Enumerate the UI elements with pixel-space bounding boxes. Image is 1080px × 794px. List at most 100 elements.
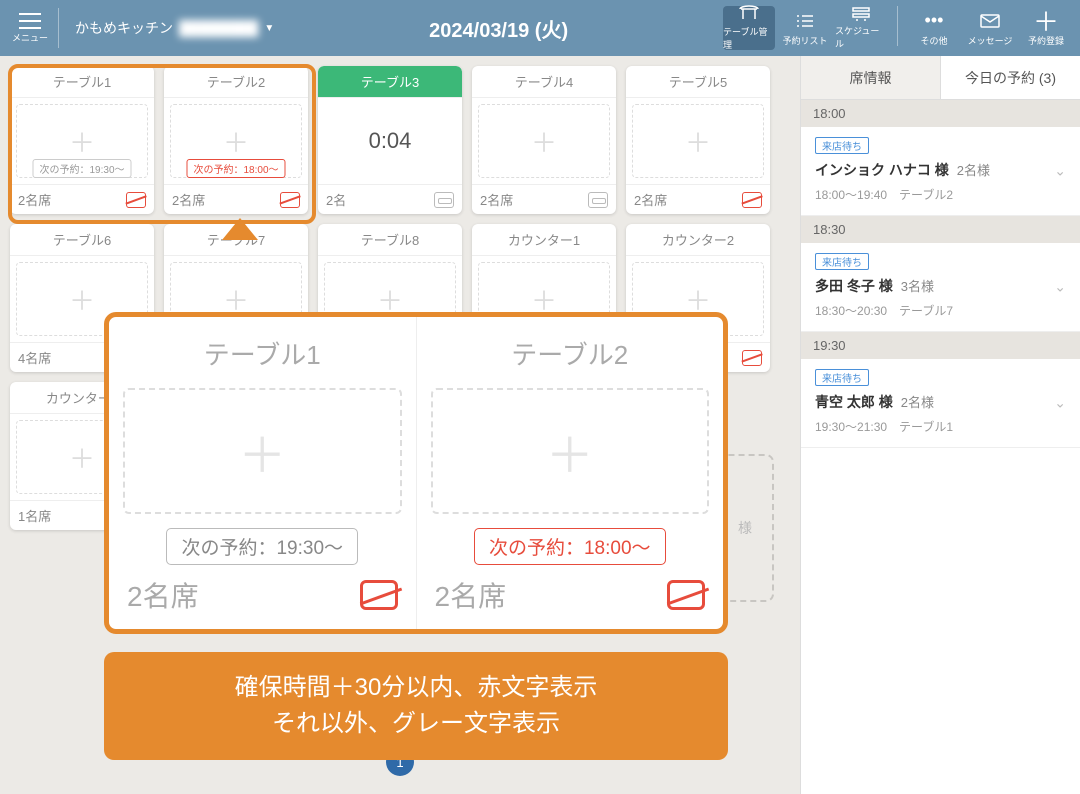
time-group-header: 18:00 [801, 100, 1080, 127]
reservation-detail: 18:30～20:30 テーブル7 [815, 302, 1066, 319]
table-name: カウンター1 [472, 224, 616, 256]
add-area[interactable]: ＋ [123, 388, 402, 514]
table-name: テーブル3 [318, 66, 462, 98]
table-name: カウンター2 [626, 224, 770, 256]
smoking-icon [434, 192, 454, 208]
table-card[interactable]: テーブル4 ＋ 2名席 [472, 66, 616, 214]
table-icon [738, 5, 760, 23]
location-name: かもめキッチン [75, 18, 173, 38]
no-smoking-icon [742, 192, 762, 208]
highlight-box [8, 64, 316, 224]
table-footer: 2名席 [472, 184, 616, 214]
table-body[interactable]: ＋ [626, 98, 770, 184]
timer: 0:04 [369, 128, 412, 154]
status-badge: 来店待ち [815, 137, 869, 154]
reservation-list: 18:00来店待ちインショク ハナコ 様2名様18:00～19:40 テーブル2… [801, 100, 1080, 448]
add-area[interactable]: ＋ [478, 104, 610, 178]
menu-button[interactable]: メニュー [8, 6, 52, 50]
seat-count: 2名席 [435, 575, 507, 615]
mail-icon [980, 10, 1000, 32]
reservation-detail: 19:30～21:30 テーブル1 [815, 418, 1066, 435]
table-body[interactable]: 0:04 [318, 98, 462, 184]
plus-icon: ＋ [69, 281, 95, 318]
location-selector[interactable]: かもめキッチン ████████ ▼ [75, 18, 274, 38]
guest-count: 2名様 [901, 395, 934, 410]
guest-name: 青空 太郎 様2名様 [815, 392, 1066, 412]
smoking-icon [588, 192, 608, 208]
table-name: テーブル4 [472, 66, 616, 98]
plus-icon: ＋ [546, 416, 594, 486]
reservation-detail: 18:00～19:40 テーブル2 [815, 186, 1066, 203]
separator [58, 8, 59, 48]
time-group-header: 19:30 [801, 332, 1080, 359]
current-date: 2024/03/19 (火) [274, 14, 723, 43]
table-name: テーブル8 [318, 224, 462, 256]
seat-count: 2名席 [634, 190, 667, 209]
tab-seat-info[interactable]: 席情報 [801, 56, 941, 99]
table-footer: 2名席 [626, 184, 770, 214]
nav-add-reservation[interactable]: ＋予約登録 [1020, 6, 1072, 50]
zoom-table-1: テーブル1 ＋ 次の予約：19:30～ 2名席 [109, 317, 416, 629]
table-name: テーブル5 [626, 66, 770, 98]
nav-bar: テーブル管理 予約リスト スケジュール •••その他 メッセージ ＋予約登録 [723, 6, 1072, 50]
next-reservation-label: 次の予約：19:30～ [166, 528, 358, 565]
add-area[interactable]: ＋ [431, 388, 710, 514]
app-header: メニュー かもめキッチン ████████ ▼ 2024/03/19 (火) テ… [0, 0, 1080, 56]
chevron-down-icon: ⌄ [1054, 395, 1066, 412]
explanation-caption: 確保時間＋30分以内、赤文字表示 それ以外、グレー文字表示 [104, 652, 728, 760]
seat-count: 2名席 [480, 190, 513, 209]
add-area[interactable]: ＋ [632, 104, 764, 178]
separator [897, 6, 898, 46]
seat-count: 2名席 [127, 575, 199, 615]
tab-today-reservations[interactable]: 今日の予約 (3) [941, 56, 1080, 99]
seat-count: 1名席 [18, 506, 51, 525]
location-detail: ████████ [179, 20, 258, 36]
menu-label: メニュー [12, 31, 48, 44]
seat-count: 2名 [326, 190, 346, 209]
table-body[interactable]: ＋ [472, 98, 616, 184]
nav-schedule[interactable]: スケジュール [835, 6, 887, 50]
guest-name: 多田 冬子 様3名様 [815, 276, 1066, 296]
table-card[interactable]: テーブル3 0:04 2名 [318, 66, 462, 214]
table-name: テーブル6 [10, 224, 154, 256]
callout-pointer [222, 218, 258, 240]
plus-icon: ＋ [238, 416, 286, 486]
guest-name: インショク ハナコ 様2名様 [815, 160, 1066, 180]
dots-icon: ••• [925, 10, 944, 32]
zoom-title: テーブル2 [431, 325, 710, 382]
reservation-item[interactable]: 来店待ち青空 太郎 様2名様 19:30～21:30 テーブル1 ⌄ [801, 359, 1080, 448]
reservation-item[interactable]: 来店待ち多田 冬子 様3名様 18:30～20:30 テーブル7 ⌄ [801, 243, 1080, 332]
side-panel: 席情報 今日の予約 (3) 18:00来店待ちインショク ハナコ 様2名様18:… [800, 56, 1080, 794]
side-tabs: 席情報 今日の予約 (3) [801, 56, 1080, 100]
no-smoking-icon [742, 350, 762, 366]
time-group-header: 18:30 [801, 216, 1080, 243]
status-badge: 来店待ち [815, 369, 869, 386]
next-reservation-label: 次の予約：18:00～ [474, 528, 666, 565]
seat-count: 4名席 [18, 348, 51, 367]
nav-message[interactable]: メッセージ [964, 6, 1016, 50]
plus-icon: ＋ [1033, 10, 1059, 32]
list-icon [795, 10, 815, 32]
reservation-item[interactable]: 来店待ちインショク ハナコ 様2名様 18:00～19:40 テーブル2 ⌄ [801, 127, 1080, 216]
status-badge: 来店待ち [815, 253, 869, 270]
chevron-down-icon: ⌄ [1054, 163, 1066, 180]
plus-icon: ＋ [531, 123, 557, 160]
zoom-table-2: テーブル2 ＋ 次の予約：18:00～ 2名席 [416, 317, 724, 629]
table-card[interactable]: テーブル5 ＋ 2名席 [626, 66, 770, 214]
nav-reservation-list[interactable]: 予約リスト [779, 6, 831, 50]
schedule-icon [851, 6, 871, 22]
no-smoking-icon [360, 580, 398, 610]
chevron-down-icon: ⌄ [1054, 279, 1066, 296]
table-footer: 2名 [318, 184, 462, 214]
hamburger-icon [19, 13, 41, 29]
guest-count: 3名様 [901, 279, 934, 294]
floor-plan: テーブル1＋次の予約：19:30～2名席テーブル2＋次の予約：18:00～2名席… [0, 56, 800, 794]
zoom-title: テーブル1 [123, 325, 402, 382]
nav-other[interactable]: •••その他 [908, 6, 960, 50]
nav-table-mgmt[interactable]: テーブル管理 [723, 6, 775, 50]
plus-icon: ＋ [685, 123, 711, 160]
guest-count: 2名様 [957, 163, 990, 178]
zoom-callout: テーブル1 ＋ 次の予約：19:30～ 2名席 テーブル2 ＋ 次の予約：18:… [104, 312, 728, 634]
chevron-down-icon: ▼ [264, 23, 274, 34]
no-smoking-icon [667, 580, 705, 610]
